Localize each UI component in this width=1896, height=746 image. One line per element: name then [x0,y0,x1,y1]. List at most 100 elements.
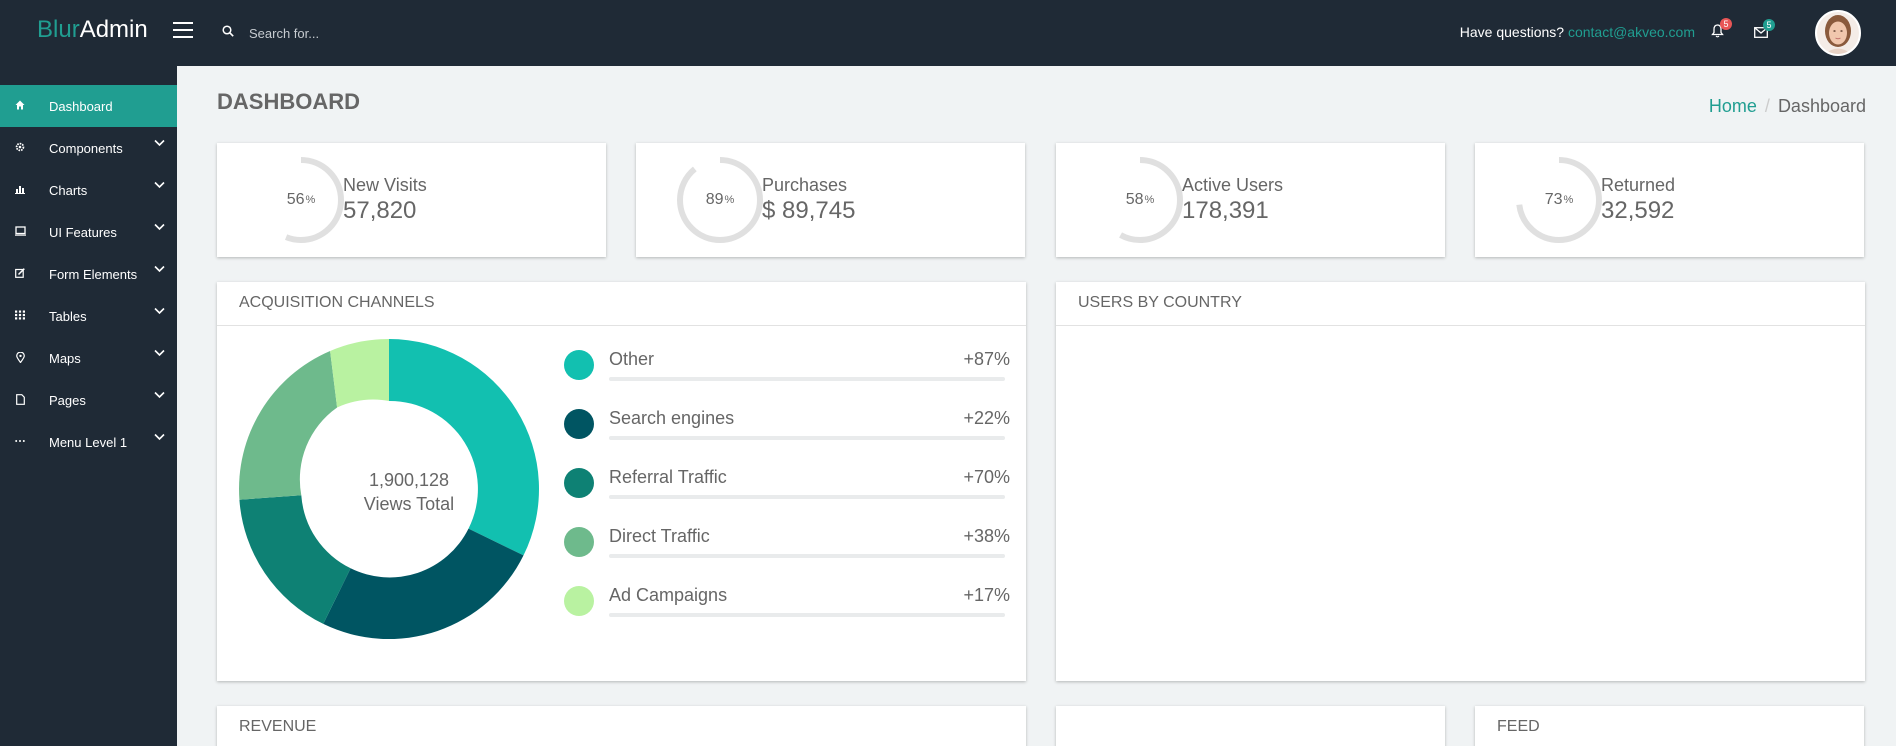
notifications-button[interactable]: 5 [1711,18,1732,43]
channel-color-dot [564,409,594,439]
channel-row: Search engines +22% [564,401,1032,445]
messages-badge: 5 [1763,19,1775,31]
sidebar-item-maps[interactable]: Maps [0,337,177,379]
breadcrumb-current: Dashboard [1777,96,1866,116]
channel-value: +22% [963,408,1010,428]
stat-value: 57,820 [343,197,417,224]
menu-toggle-icon[interactable] [173,22,193,38]
panel-title: ACQUISITION CHANNELS [217,282,1026,326]
stat-label: Returned [1601,175,1676,195]
sidebar-item-label: Menu Level 1 [49,434,128,450]
donut-slice-ad-campaigns [330,339,389,408]
stat-percent-value: 89 [705,191,724,208]
stat-percent-value: 56 [286,191,305,208]
channel-label: Other [609,349,655,369]
page-title: DASHBOARD [217,89,360,114]
feed-panel: FEED [1475,706,1864,746]
stat-percent-unit: % [1144,194,1155,206]
channel-color-dot [564,586,594,616]
channel-value: +17% [963,585,1010,605]
sidebar-item-ui-features[interactable]: UI Features [0,211,177,253]
stat-percent-unit: % [724,194,735,206]
sidebar-item-tables[interactable]: Tables [0,295,177,337]
chevron-down-icon [154,265,165,273]
breadcrumb-separator: / [1764,96,1770,116]
breadcrumb: Home / Dashboard [1709,96,1866,117]
stat-card-active-users: 58% Active Users 178,391 [1056,143,1445,257]
chevron-down-icon [154,139,165,147]
channel-value: +70% [963,467,1010,487]
sidebar-item-label: Maps [49,350,81,366]
channel-value: +87% [963,349,1010,369]
panel-title: USERS BY COUNTRY [1056,282,1865,326]
views-total-label: Views Total [363,494,455,514]
stat-percent: 73% [1515,156,1603,244]
home-icon [14,99,26,111]
channel-progress-track [609,613,1005,617]
channel-label: Ad Campaigns [609,585,728,605]
channel-progress-track [609,554,1005,558]
channel-row: Ad Campaigns +17% [564,578,1032,622]
donut-center-label: 1,900,128 Views Total [334,468,484,516]
channel-row: Direct Traffic +38% [564,519,1032,563]
sidebar-item-label: Pages [49,392,86,408]
messages-button[interactable]: 5 [1754,19,1775,43]
grid-icon [14,309,26,321]
sidebar-item-menu-level-1[interactable]: Menu Level 1 [0,421,177,463]
notifications-badge: 5 [1720,18,1732,30]
stat-percent: 58% [1096,156,1184,244]
stat-card-new-visits: 56% New Visits 57,820 [217,143,606,257]
panel-title: REVENUE [217,706,1026,746]
stat-value: 32,592 [1601,197,1675,224]
panel-title: FEED [1475,706,1864,746]
channel-progress-track [609,377,1005,381]
contact-email-link[interactable]: contact@akveo.com [1568,24,1695,40]
sidebar-item-pages[interactable]: Pages [0,379,177,421]
top-bar: BlurAdmin Have questions? contact@akveo.… [0,0,1896,66]
stat-card-returned: 73% Returned 32,592 [1475,143,1864,257]
sidebar-item-form-elements[interactable]: Form Elements [0,253,177,295]
map-pin-icon [14,351,26,363]
donut-slice-direct-traffic [239,351,338,500]
stat-percent-value: 73 [1544,191,1563,208]
search-input[interactable] [249,21,549,45]
user-photo-icon [1817,12,1859,54]
brand-logo[interactable]: BlurAdmin [37,16,148,44]
sidebar-item-label: Tables [49,308,87,324]
stat-percent: 56% [257,156,345,244]
acquisition-channels-panel: ACQUISITION CHANNELS 1,900,128 Views Tot… [217,282,1026,681]
search-icon [222,25,234,37]
channel-color-dot [564,527,594,557]
gear-icon [14,141,26,153]
sidebar-item-dashboard[interactable]: Dashboard [0,85,177,127]
user-avatar[interactable] [1815,10,1861,56]
sidebar-item-label: Charts [49,182,88,198]
stat-value: 178,391 [1182,197,1269,224]
channel-color-dot [564,350,594,380]
channel-label: Search engines [609,408,735,428]
chevron-down-icon [154,223,165,231]
revenue-panel: REVENUE [217,706,1026,746]
sidebar-item-label: Dashboard [49,98,113,114]
donut-slice-search-engines [323,528,524,639]
sidebar-item-label: Components [49,140,123,156]
sidebar-item-charts[interactable]: Charts [0,169,177,211]
sidebar-item-components[interactable]: Components [0,127,177,169]
stat-value: $ 89,745 [762,197,856,224]
stat-label: Active Users [1182,175,1284,195]
users-by-country-panel: USERS BY COUNTRY [1056,282,1865,681]
sidebar: Dashboard Components Charts UI Features … [0,66,177,746]
brand-part-2: Admin [79,16,148,43]
blank-panel [1056,706,1445,746]
sidebar-item-label: UI Features [49,224,117,240]
stat-card-purchases: 89% Purchases $ 89,745 [636,143,1025,257]
channel-progress-track [609,495,1005,499]
help-text: Have questions? contact@akveo.com [1460,24,1695,40]
channel-color-dot [564,468,594,498]
breadcrumb-home-link[interactable]: Home [1709,96,1757,116]
donut-slice-other [389,339,539,556]
stat-percent-value: 58 [1125,191,1144,208]
questions-label: Have questions? [1459,24,1565,40]
chevron-down-icon [154,433,165,441]
monitor-icon [14,225,26,237]
